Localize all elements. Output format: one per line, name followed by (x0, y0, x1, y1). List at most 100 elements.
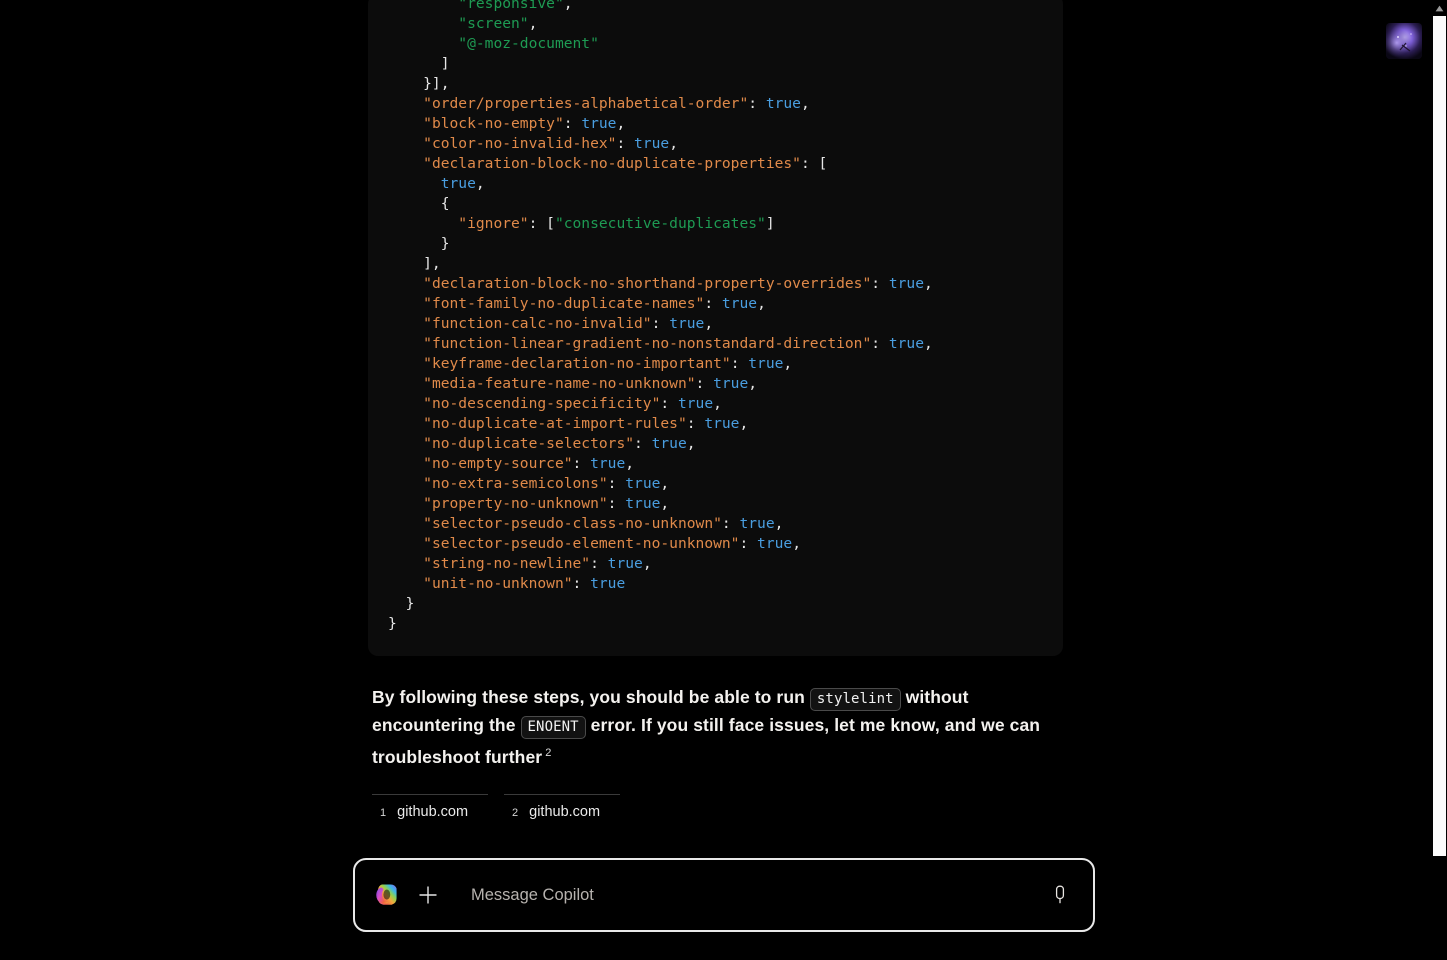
code-token-punct: , (686, 435, 696, 452)
code-token-punct: , (774, 515, 784, 532)
code-token-punct: , (924, 335, 933, 352)
code-token-punct: : (686, 415, 705, 432)
code-line: } (388, 594, 1045, 614)
code-token-key: "no-duplicate-at-import-rules" (423, 415, 687, 432)
code-token-key: "declaration-block-no-shorthand-property… (423, 275, 872, 292)
code-token-bool: true (888, 275, 924, 292)
code-token-str: "responsive" (458, 0, 564, 12)
code-block[interactable]: "responsive", "screen", "@-moz-document"… (368, 0, 1063, 656)
code-token-punct: , (713, 395, 722, 412)
code-token-bool: true (651, 435, 687, 452)
message-input[interactable] (471, 875, 1045, 915)
composer-container (0, 858, 1447, 932)
code-token-punct: , (792, 535, 801, 552)
citation-list: 1 github.com 2 github.com (372, 793, 1070, 820)
code-line: "no-empty-source": true, (388, 454, 1045, 474)
code-token-punct: , (660, 495, 670, 512)
code-token-plain: ] (388, 55, 450, 72)
code-token-key: "selector-pseudo-class-no-unknown" (423, 515, 722, 532)
code-token-bool: true (739, 515, 775, 532)
code-token-bool: true (888, 335, 924, 352)
code-token-punct: , (704, 315, 714, 332)
code-line: true, (388, 174, 1045, 194)
code-line: "responsive", (388, 0, 1045, 14)
code-token-bool: true (590, 575, 626, 592)
scrollbar-thumb[interactable] (1433, 16, 1446, 856)
plus-icon (419, 886, 437, 904)
code-line: "@-moz-document" (388, 34, 1045, 54)
code-token-punct: , (669, 135, 678, 152)
message-composer[interactable] (353, 858, 1095, 932)
code-token-key: "string-no-newline" (423, 555, 591, 572)
code-token-punct: : (871, 275, 889, 292)
code-token-key: "no-descending-specificity" (423, 395, 661, 412)
avatar-nebula-image (1386, 23, 1422, 59)
citation-chip[interactable]: 2 github.com (504, 793, 620, 820)
scroll-up-arrow-icon[interactable] (1432, 2, 1447, 15)
code-token-punct: : (572, 575, 591, 592)
code-line: "ignore": ["consecutive-duplicates"] (388, 214, 1045, 234)
code-line: "declaration-block-no-shorthand-property… (388, 274, 1045, 294)
code-token-punct: : (651, 315, 670, 332)
code-token-punct: : (871, 335, 889, 352)
conversation-scroll-area[interactable]: "responsive", "screen", "@-moz-document"… (0, 0, 1447, 840)
code-token-key: "no-extra-semicolons" (423, 475, 608, 492)
code-line: "selector-pseudo-element-no-unknown": tr… (388, 534, 1045, 554)
code-line: "color-no-invalid-hex": true, (388, 134, 1045, 154)
inline-code-enoent: ENOENT (520, 716, 586, 739)
chevron-up-icon (1435, 5, 1444, 12)
code-token-plain: } (388, 595, 415, 612)
code-line: "unit-no-unknown": true (388, 574, 1045, 594)
code-token-key: "function-linear-gradient-no-nonstandard… (423, 335, 872, 352)
code-token-bool: true (634, 135, 670, 152)
code-token-punct: : [ (528, 215, 555, 232)
code-token-punct: : (563, 115, 582, 132)
citation-marker-2[interactable]: 2 (545, 747, 551, 759)
code-token-key: "media-feature-name-no-unknown" (423, 375, 696, 392)
code-token-punct: , (563, 0, 573, 12)
vertical-scrollbar[interactable] (1432, 0, 1447, 960)
code-token-punct: , (757, 295, 766, 312)
code-token-punct: : [ (800, 155, 828, 172)
code-token-bool: true (757, 535, 793, 552)
answer-paragraph: By following these steps, you should be … (372, 684, 1072, 770)
code-token-key: "order/properties-alphabetical-order" (423, 95, 749, 112)
code-line: { (388, 194, 1045, 214)
code-token-punct: : (730, 355, 749, 372)
inline-code-stylelint: stylelint (809, 688, 901, 711)
code-token-bool: true (581, 115, 617, 132)
code-token-bool: true (765, 95, 801, 112)
code-block-content: "responsive", "screen", "@-moz-document"… (368, 0, 1063, 634)
citation-domain: github.com (397, 803, 469, 820)
citation-chip[interactable]: 1 github.com (372, 793, 488, 820)
code-token-key: "keyframe-declaration-no-important" (423, 355, 731, 372)
code-token-punct: , (748, 375, 758, 392)
code-token-punct: : (616, 135, 635, 152)
user-avatar[interactable] (1386, 23, 1422, 59)
add-attachment-button[interactable] (413, 880, 443, 910)
code-token-plain: }], (388, 75, 450, 92)
code-line: "keyframe-declaration-no-important": tru… (388, 354, 1045, 374)
code-token-key: "font-family-no-duplicate-names" (423, 295, 705, 312)
code-token-punct: , (642, 555, 652, 572)
code-token-punct: : (660, 395, 678, 412)
code-token-punct: , (625, 455, 635, 472)
code-line: "property-no-unknown": true, (388, 494, 1045, 514)
code-token-key: "color-no-invalid-hex" (423, 135, 617, 152)
code-line: "no-duplicate-at-import-rules": true, (388, 414, 1045, 434)
voice-input-button[interactable] (1045, 880, 1075, 910)
code-token-punct: : (634, 435, 652, 452)
code-line: "no-descending-specificity": true, (388, 394, 1045, 414)
code-line: "function-linear-gradient-no-nonstandard… (388, 334, 1045, 354)
